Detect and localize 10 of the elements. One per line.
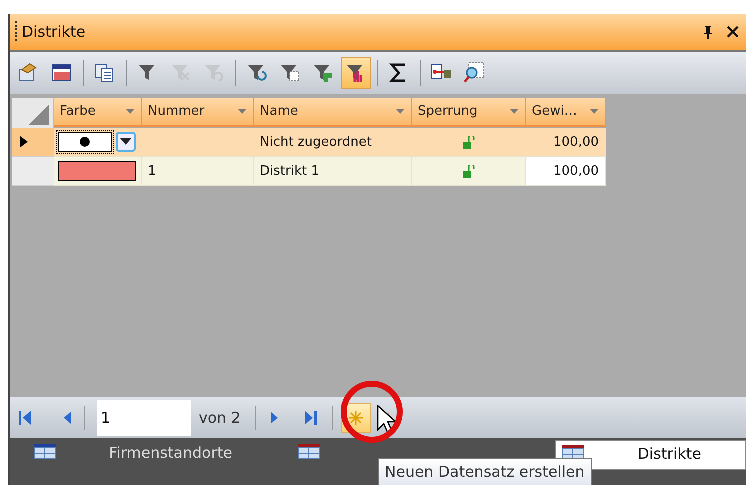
tab-label: Distrikte <box>636 445 702 463</box>
tab-label: Firmenstandorte <box>108 444 234 462</box>
page-count: von 2 <box>199 408 241 426</box>
tooltip: Neuen Datensatz erstellen <box>378 458 592 485</box>
table-cell: Nicht zugeordnet <box>254 128 412 157</box>
table-cell: Distrikt 1 <box>254 157 412 186</box>
table-cell: 100,00 <box>526 128 606 157</box>
window-title: Distrikte <box>22 23 87 41</box>
table-cell: 100,00 <box>526 157 606 186</box>
table-cell: 1 <box>142 157 254 186</box>
